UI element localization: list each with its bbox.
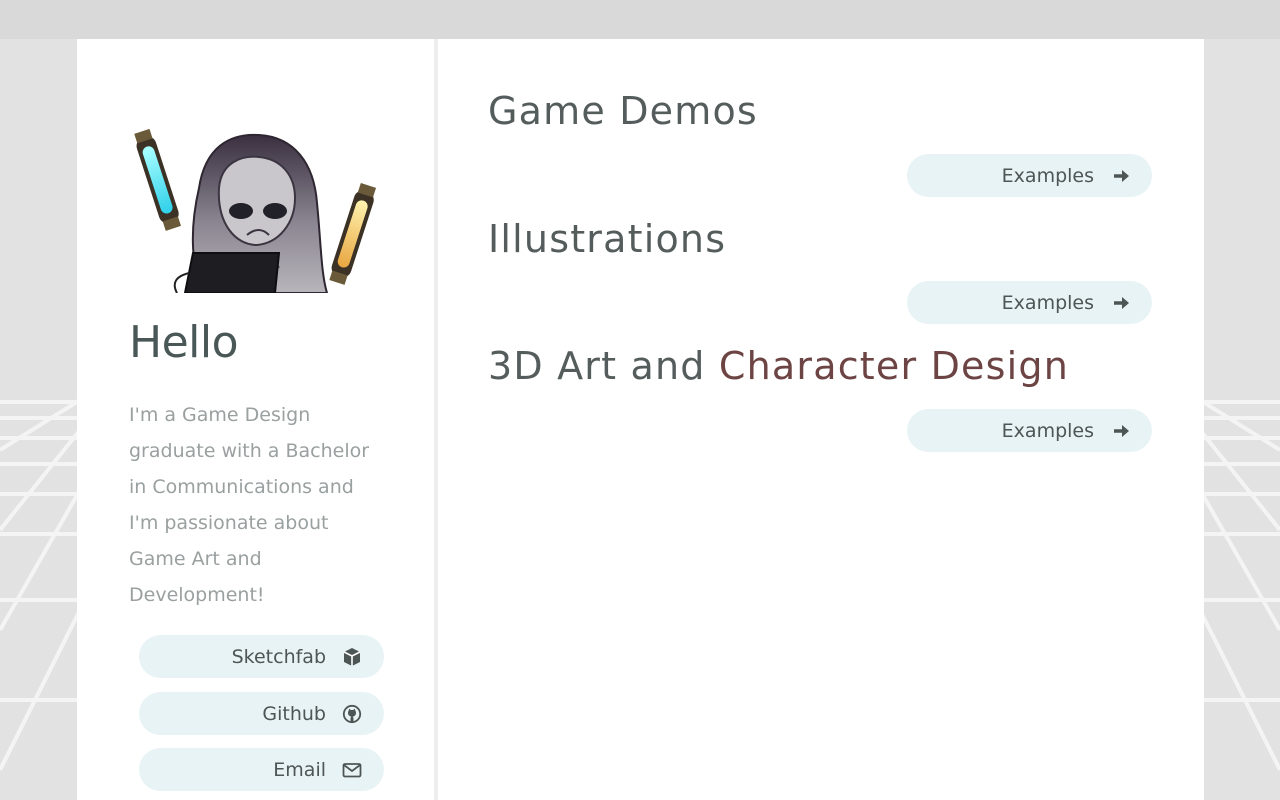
bio-line: graduate with a Bachelor [129,440,370,462]
envelope-icon [342,760,362,780]
arrow-right-icon [1112,422,1130,440]
section-title-illustrations: Illustrations [488,217,726,261]
section-title-3d-art: 3D Art and Character Design [488,344,1069,388]
bio-line: in Communications and [129,476,354,498]
bio-line: I'm a Game Design [129,404,311,426]
github-label: Github [262,702,326,725]
bio-line: Game Art and [129,548,262,570]
examples-label: Examples [1001,291,1094,314]
section-title-text: Illustrations [488,217,727,261]
bio-line: I'm passionate about [129,512,329,534]
avatar [129,93,379,293]
3d-art-examples-button[interactable]: Examples [907,409,1152,452]
section-title-text: Game Demos [488,89,758,133]
sketchfab-label: Sketchfab [231,645,326,668]
email-button[interactable]: Email [139,748,384,791]
arrow-right-icon [1112,167,1130,185]
profile-sidebar: Hello I'm a Game Design graduate with a … [77,39,434,800]
arrow-right-icon [1112,294,1130,312]
cube-icon [342,647,362,667]
greeting-heading: Hello [129,317,239,368]
section-title-game-demos: Game Demos [488,89,758,133]
examples-label: Examples [1001,164,1094,187]
examples-label: Examples [1001,419,1094,442]
game-demos-examples-button[interactable]: Examples [907,154,1152,197]
bio-line: Development! [129,584,265,606]
illustrations-examples-button[interactable]: Examples [907,281,1152,324]
github-button[interactable]: Github [139,692,384,735]
bio-text: I'm a Game Design graduate with a Bachel… [129,397,379,613]
section-title-text: 3D Art and [488,344,719,388]
section-title-highlight: Character Design [718,344,1069,388]
sketchfab-button[interactable]: Sketchfab [139,635,384,678]
email-label: Email [273,758,326,781]
github-icon [342,704,362,724]
portfolio-sections: Game Demos Examples Illustrations Exampl… [438,39,1204,800]
top-bar [0,0,1280,39]
